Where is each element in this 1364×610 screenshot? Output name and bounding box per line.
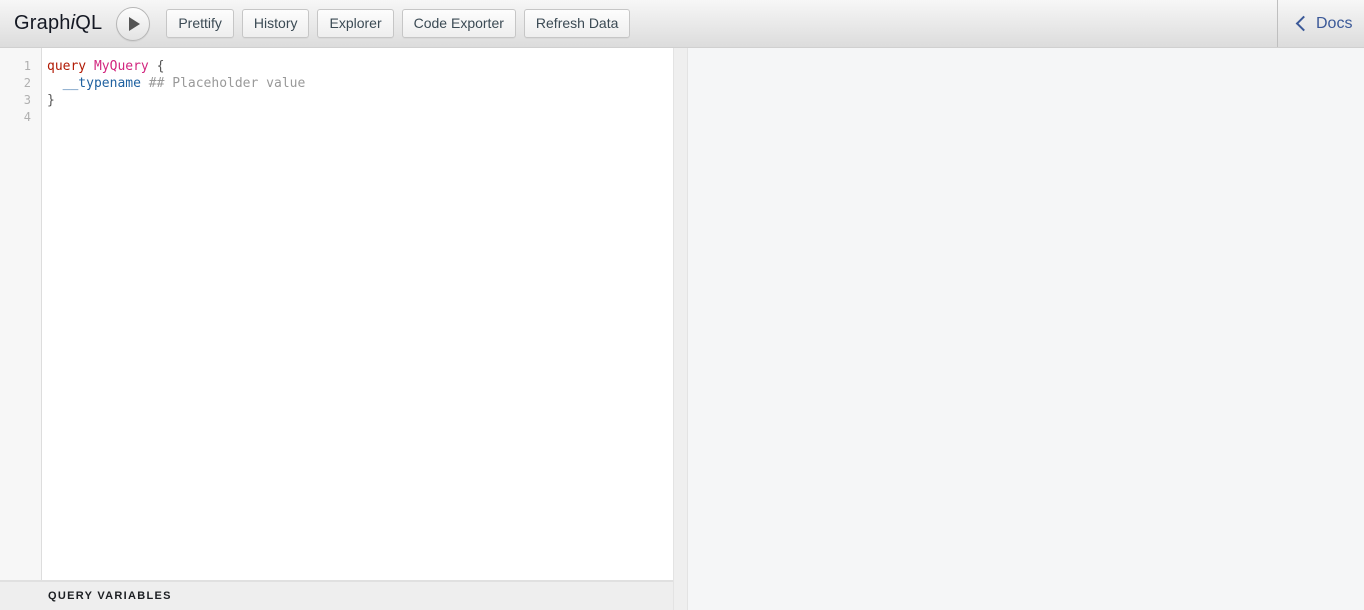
refresh-data-button[interactable]: Refresh Data — [523, 8, 631, 39]
docs-toggle-button[interactable]: Docs — [1295, 14, 1353, 33]
code-line: __typename ## Placeholder value — [47, 75, 673, 92]
docs-section: Docs — [1277, 0, 1364, 47]
line-number-gutter: 1 2 3 4 — [0, 48, 42, 580]
code-token-punct — [47, 76, 63, 91]
editor-area: 1 2 3 4 query MyQuery { __typename ## Place… — [0, 48, 1364, 610]
graphiql-app: GraphiQL Prettify History Explorer Code … — [0, 0, 1364, 610]
query-code-area[interactable]: query MyQuery { __typename ## Placeholde… — [42, 48, 673, 580]
history-button[interactable]: History — [241, 8, 310, 39]
line-number: 1 — [23, 59, 31, 73]
code-token-punct: } — [47, 93, 55, 108]
result-output — [688, 48, 1364, 610]
query-variables-label: QUERY VARIABLES — [48, 590, 172, 602]
line-number: 3 — [23, 93, 31, 107]
query-variables-toggle[interactable]: QUERY VARIABLES — [0, 581, 673, 610]
play-triangle-icon — [129, 16, 141, 31]
code-token-punct — [141, 76, 149, 91]
result-pane — [688, 48, 1364, 610]
line-number: 4 — [23, 110, 31, 124]
toolbar-left-group: GraphiQL Prettify History Explorer Code … — [0, 0, 1277, 47]
logo-text-tail: QL — [75, 12, 103, 34]
code-token-def: MyQuery — [93, 59, 149, 74]
execute-query-button[interactable] — [116, 6, 151, 41]
query-pane: 1 2 3 4 query MyQuery { __typename ## Place… — [0, 48, 673, 610]
explorer-button[interactable]: Explorer — [317, 8, 394, 39]
code-exporter-button[interactable]: Code Exporter — [401, 8, 516, 39]
pane-drag-handle[interactable] — [673, 48, 688, 610]
code-token-punct — [86, 59, 94, 74]
chevron-left-icon — [1295, 15, 1312, 31]
code-token-kw: query — [47, 59, 87, 74]
graphiql-logo: GraphiQL — [14, 12, 102, 35]
toolbar-button-group: Prettify History Explorer Code Exporter … — [166, 8, 631, 39]
toolbar: GraphiQL Prettify History Explorer Code … — [0, 0, 1364, 48]
docs-label: Docs — [1316, 14, 1353, 32]
code-line: query MyQuery { — [47, 58, 673, 75]
logo-text-main: Graph — [14, 12, 71, 34]
code-token-field: __typename — [62, 76, 141, 91]
code-token-comment: ## Placeholder value — [148, 76, 306, 91]
prettify-button[interactable]: Prettify — [166, 8, 234, 39]
code-line: } — [47, 92, 673, 109]
code-token-punct: { — [148, 59, 165, 74]
query-editor[interactable]: 1 2 3 4 query MyQuery { __typename ## Place… — [0, 48, 673, 581]
line-number: 2 — [23, 76, 31, 90]
